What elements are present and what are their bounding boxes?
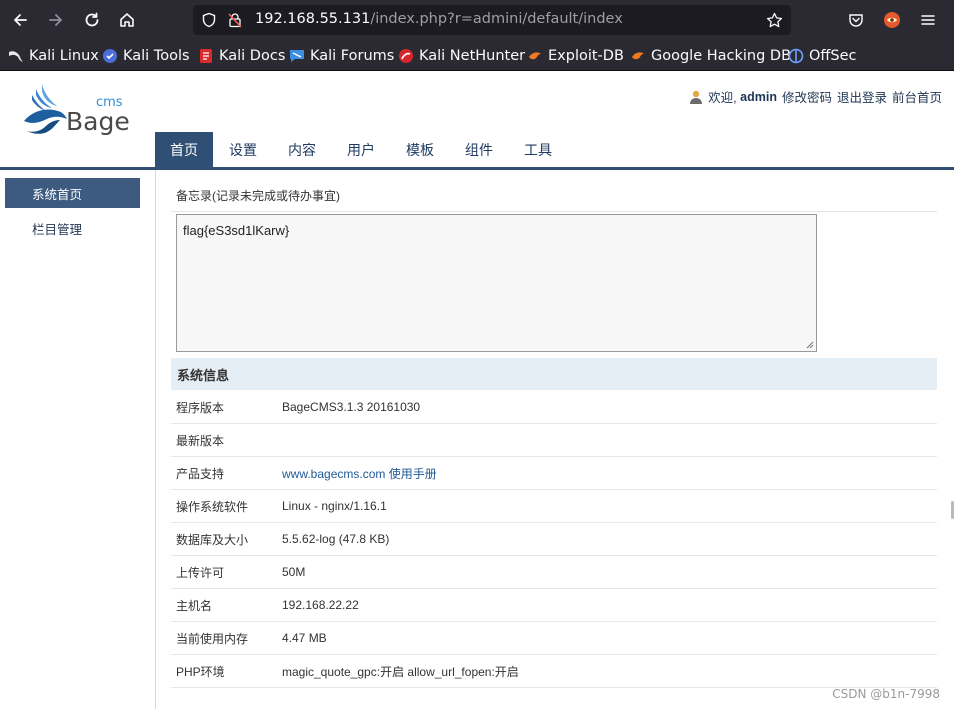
bookmark-kali-nethunter[interactable]: Kali NetHunter bbox=[398, 46, 525, 66]
memo-text: flag{eS3sd1lKarw} bbox=[183, 223, 290, 238]
forward-icon[interactable] bbox=[44, 8, 68, 32]
tab-tools[interactable]: 工具 bbox=[509, 132, 567, 167]
bookmark-label: Google Hacking DB bbox=[651, 48, 792, 64]
tab-components[interactable]: 组件 bbox=[450, 132, 508, 167]
system-info-header: 系统信息 bbox=[171, 358, 937, 390]
bookmark-kali-forums[interactable]: Kali Forums bbox=[289, 46, 394, 66]
bookmark-label: Kali NetHunter bbox=[419, 48, 526, 64]
bookmark-label: Exploit-DB bbox=[548, 48, 624, 64]
row-value: BageCMS3.1.3 20161030 bbox=[282, 400, 421, 414]
kali-tools-icon bbox=[103, 49, 117, 63]
row-key: 程序版本 bbox=[176, 400, 225, 415]
bookmark-exploit-db[interactable]: Exploit-DB bbox=[527, 46, 624, 66]
sidebar: 系统首页 栏目管理 bbox=[0, 170, 156, 709]
user-icon bbox=[690, 90, 703, 104]
insecure-lock-icon[interactable] bbox=[227, 12, 243, 28]
bookmark-label: Kali Linux bbox=[29, 48, 99, 64]
sidebar-item-system-home[interactable]: 系统首页 bbox=[5, 178, 140, 208]
resize-handle-icon[interactable] bbox=[804, 339, 814, 349]
table-row: 上传许可 50M bbox=[171, 556, 937, 589]
shield-icon[interactable] bbox=[201, 12, 217, 28]
tab-content[interactable]: 内容 bbox=[273, 132, 331, 167]
watermark: CSDN @b1n-7998 bbox=[832, 687, 940, 701]
bookmark-label: Kali Tools bbox=[123, 48, 190, 64]
divider bbox=[171, 211, 937, 212]
tab-users[interactable]: 用户 bbox=[332, 132, 390, 167]
row-key: PHP环境 bbox=[176, 664, 225, 679]
bookmark-kali-tools[interactable]: Kali Tools bbox=[102, 46, 190, 66]
system-info-table: 程序版本 BageCMS3.1.3 20161030 最新版本 产品支持 www… bbox=[171, 391, 937, 688]
extension-avatar-icon[interactable] bbox=[882, 10, 902, 30]
tab-templates[interactable]: 模板 bbox=[391, 132, 449, 167]
row-key: 当前使用内存 bbox=[176, 631, 249, 646]
kali-forums-icon bbox=[290, 50, 304, 62]
table-row: 主机名 192.168.22.22 bbox=[171, 589, 937, 622]
logout-link[interactable]: 退出登录 bbox=[837, 87, 887, 106]
bookmarks-bar: Kali Linux Kali Tools Kali Docs Kali For… bbox=[0, 40, 954, 71]
row-key: 最新版本 bbox=[176, 433, 225, 448]
support-link[interactable]: www.bagecms.com 使用手册 bbox=[282, 467, 437, 481]
change-password-link[interactable]: 修改密码 bbox=[782, 87, 832, 106]
menu-icon[interactable] bbox=[918, 10, 938, 30]
logo-bage-text: Bage bbox=[66, 107, 130, 136]
row-key: 数据库及大小 bbox=[176, 532, 249, 547]
row-value: 50M bbox=[282, 565, 306, 579]
browser-toolbar: 192.168.55.131/index.php?r=admini/defaul… bbox=[0, 0, 954, 40]
offsec-icon bbox=[788, 48, 804, 64]
bookmark-label: OffSec bbox=[809, 48, 857, 64]
row-value: Linux - nginx/1.16.1 bbox=[282, 499, 387, 513]
bookmark-label: Kali Docs bbox=[219, 48, 286, 64]
row-value: 4.47 MB bbox=[282, 631, 327, 645]
row-key: 上传许可 bbox=[176, 565, 225, 580]
ghdb-icon bbox=[632, 52, 644, 60]
admin-header: cms Bage 欢迎, admin 修改密码 退出登录 前台首页 首页 设置 … bbox=[0, 71, 954, 170]
home-icon[interactable] bbox=[115, 8, 139, 32]
bookmark-kali-docs[interactable]: Kali Docs bbox=[198, 46, 285, 66]
pocket-icon[interactable] bbox=[846, 10, 866, 30]
reload-icon[interactable] bbox=[80, 8, 104, 32]
username: admin bbox=[740, 89, 777, 104]
user-links: 欢迎, admin 修改密码 退出登录 前台首页 bbox=[688, 87, 942, 106]
table-row: 数据库及大小 5.5.62-log (47.8 KB) bbox=[171, 523, 937, 556]
row-key: 主机名 bbox=[176, 598, 213, 613]
tab-home[interactable]: 首页 bbox=[155, 132, 213, 167]
table-row: 最新版本 bbox=[171, 424, 937, 457]
bookmark-kali-linux[interactable]: Kali Linux bbox=[8, 46, 99, 66]
kali-dragon-icon bbox=[9, 51, 23, 62]
url-path: /index.php?r=admini/default/index bbox=[370, 11, 623, 27]
row-value: magic_quote_gpc:开启 allow_url_fopen:开启 bbox=[282, 664, 519, 679]
row-key: 操作系统软件 bbox=[176, 499, 249, 514]
welcome-text: 欢迎, bbox=[708, 91, 737, 105]
bookmark-label: Kali Forums bbox=[310, 48, 395, 64]
table-row: 当前使用内存 4.47 MB bbox=[171, 622, 937, 655]
memo-textarea[interactable]: flag{eS3sd1lKarw} bbox=[176, 214, 817, 352]
admin-page: cms Bage 欢迎, admin 修改密码 退出登录 前台首页 首页 设置 … bbox=[0, 71, 954, 709]
table-row: 产品支持 www.bagecms.com 使用手册 bbox=[171, 457, 937, 490]
bookmark-star-icon[interactable] bbox=[766, 12, 783, 28]
table-row: 程序版本 BageCMS3.1.3 20161030 bbox=[171, 391, 937, 424]
front-home-link[interactable]: 前台首页 bbox=[892, 87, 942, 106]
row-key: 产品支持 bbox=[176, 466, 225, 481]
back-icon[interactable] bbox=[8, 8, 32, 32]
url-text[interactable]: 192.168.55.131/index.php?r=admini/defaul… bbox=[255, 11, 623, 27]
row-value: 192.168.22.22 bbox=[282, 598, 359, 612]
table-row: 操作系统软件 Linux - nginx/1.16.1 bbox=[171, 490, 937, 523]
url-bar[interactable]: 192.168.55.131/index.php?r=admini/defaul… bbox=[193, 5, 791, 35]
tab-settings[interactable]: 设置 bbox=[214, 132, 272, 167]
bookmark-google-hacking-db[interactable]: Google Hacking DB bbox=[630, 46, 791, 66]
url-host: 192.168.55.131 bbox=[255, 11, 371, 27]
bookmark-offsec[interactable]: OffSec bbox=[788, 46, 857, 66]
table-row: PHP环境 magic_quote_gpc:开启 allow_url_fopen… bbox=[171, 655, 937, 688]
row-value: www.bagecms.com 使用手册 bbox=[282, 465, 437, 482]
sidebar-item-category-manage[interactable]: 栏目管理 bbox=[5, 213, 140, 243]
exploit-db-icon bbox=[529, 52, 541, 60]
memo-title: 备忘录(记录未完成或待办事宜) bbox=[176, 189, 340, 203]
main-nav: 首页 设置 内容 用户 模板 组件 工具 bbox=[155, 132, 568, 167]
kali-nethunter-icon bbox=[399, 49, 413, 63]
row-value: 5.5.62-log (47.8 KB) bbox=[282, 532, 390, 546]
kali-docs-icon bbox=[200, 49, 212, 63]
bagecms-logo[interactable]: cms Bage bbox=[16, 81, 136, 145]
